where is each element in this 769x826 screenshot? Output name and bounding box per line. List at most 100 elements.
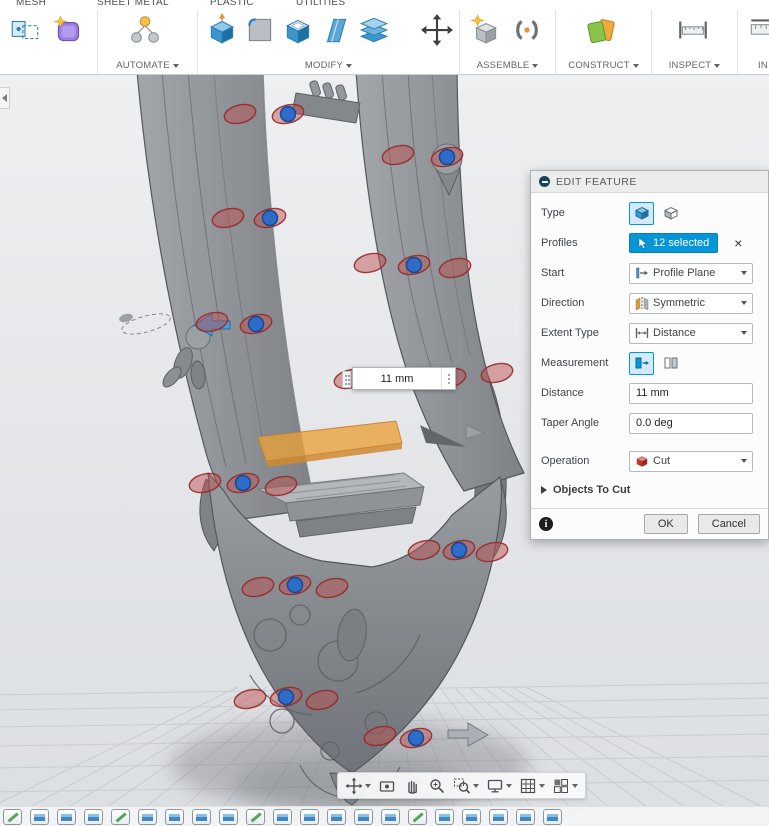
extrude-feature-icon[interactable]	[516, 809, 535, 825]
measurement-half-button[interactable]	[658, 352, 683, 375]
extrude-feature-icon[interactable]	[462, 809, 481, 825]
press-pull-icon[interactable]	[205, 13, 239, 47]
top-toolbar: MESH SHEET METAL PLASTIC UTILITIES AUTOM…	[0, 0, 769, 75]
modify-menu[interactable]: MODIFY	[198, 60, 459, 74]
inspect-menu[interactable]: INSPECT	[652, 60, 737, 74]
shell-icon[interactable]	[281, 13, 315, 47]
joint-icon[interactable]	[510, 13, 544, 47]
construction-plane-icon[interactable]	[584, 13, 618, 47]
display-settings-button[interactable]	[484, 776, 514, 796]
partial-tool-icon[interactable]	[746, 13, 769, 47]
new-component-icon[interactable]	[468, 13, 502, 47]
profile-center-point[interactable]	[286, 576, 304, 594]
browser-panel-toggle[interactable]	[0, 87, 10, 109]
profile-center-point[interactable]	[279, 105, 297, 123]
create-form-icon[interactable]	[52, 13, 86, 47]
dialog-header[interactable]: EDIT FEATURE	[531, 171, 768, 193]
extrude-feature-icon[interactable]	[354, 809, 373, 825]
profile-center-point[interactable]	[234, 474, 252, 492]
tab-sheet-metal[interactable]: SHEET METAL	[97, 0, 169, 8]
profile-center-point[interactable]	[438, 148, 456, 166]
profile-center-point[interactable]	[405, 256, 423, 274]
clear-selection-icon[interactable]: ×	[734, 236, 742, 250]
sketch-feature-icon[interactable]	[111, 809, 130, 825]
measure-icon[interactable]	[676, 13, 710, 47]
move-copy-icon[interactable]	[420, 13, 454, 47]
operation-dropdown[interactable]: Cut	[629, 450, 753, 472]
draft-icon[interactable]	[319, 13, 353, 47]
extrude-feature-icon[interactable]	[30, 809, 49, 825]
distance-label: Distance	[541, 387, 584, 399]
start-dropdown[interactable]: Profile Plane	[629, 262, 753, 284]
extrude-type-solid-button[interactable]	[629, 201, 654, 225]
objects-to-cut-section[interactable]: Objects To Cut	[541, 476, 758, 504]
viewports-button[interactable]	[550, 776, 580, 796]
design-timeline[interactable]	[0, 806, 769, 826]
symmetric-icon	[635, 297, 649, 310]
profile-center-point[interactable]	[407, 729, 425, 747]
sketch-glyph	[412, 812, 423, 823]
profile-center-point[interactable]	[450, 541, 468, 559]
sketch-feature-icon[interactable]	[3, 809, 22, 825]
extrude-feature-icon[interactable]	[192, 809, 211, 825]
insert-menu[interactable]: IN	[738, 60, 769, 74]
automate-menu[interactable]: AUTOMATE	[98, 60, 197, 74]
chevron-down-icon	[506, 783, 512, 788]
extrude-solid-icon	[634, 206, 649, 220]
extrude-type-thin-button[interactable]	[658, 202, 683, 225]
fillet-icon[interactable]	[243, 13, 277, 47]
info-icon[interactable]: i	[539, 517, 553, 531]
extrude-feature-icon[interactable]	[327, 809, 346, 825]
direction-dropdown[interactable]: Symmetric	[629, 292, 753, 314]
extent-type-dropdown[interactable]: Distance	[629, 322, 753, 344]
extrude-glyph	[34, 814, 45, 821]
edit-feature-icon	[539, 176, 550, 187]
extrude-feature-icon[interactable]	[543, 809, 562, 825]
drag-grip-icon[interactable]	[342, 371, 351, 388]
profile-center-point[interactable]	[261, 209, 279, 227]
distance-field[interactable]	[629, 382, 753, 404]
toolbar-group-automate: AUTOMATE	[98, 10, 198, 74]
profile-center-point[interactable]	[277, 688, 295, 706]
taper-angle-field[interactable]	[629, 412, 753, 434]
profile-center-point[interactable]	[247, 315, 265, 333]
extrude-feature-icon[interactable]	[489, 809, 508, 825]
extrude-feature-icon[interactable]	[165, 809, 184, 825]
distance-dimension-input[interactable]	[353, 372, 441, 385]
measurement-whole-button[interactable]	[629, 351, 654, 375]
extrude-feature-icon[interactable]	[273, 809, 292, 825]
assemble-menu[interactable]: ASSEMBLE	[460, 60, 555, 74]
start-label: Start	[541, 267, 565, 279]
dimension-menu-icon[interactable]	[441, 368, 455, 389]
chevron-down-icon	[473, 783, 479, 788]
look-at-button[interactable]	[376, 776, 398, 796]
extrude-feature-icon[interactable]	[138, 809, 157, 825]
cancel-button[interactable]: Cancel	[697, 514, 760, 534]
toolbar-group-left	[0, 10, 98, 74]
extrude-feature-icon[interactable]	[435, 809, 454, 825]
base-feature-icon[interactable]	[8, 13, 42, 47]
extrude-feature-icon[interactable]	[84, 809, 103, 825]
extrude-feature-icon[interactable]	[57, 809, 76, 825]
pan-button[interactable]	[401, 776, 423, 796]
tab-plastic[interactable]: PLASTIC	[210, 0, 254, 8]
extrude-feature-icon[interactable]	[300, 809, 319, 825]
extrude-feature-icon[interactable]	[381, 809, 400, 825]
sketch-feature-icon[interactable]	[246, 809, 265, 825]
zoom-window-button[interactable]	[451, 776, 481, 796]
orbit-button[interactable]	[343, 776, 373, 796]
profile-plane-icon	[636, 267, 648, 279]
zoom-button[interactable]	[426, 776, 448, 796]
sketch-glyph	[115, 812, 126, 823]
tab-utilities[interactable]: UTILITIES	[296, 0, 345, 8]
ok-button[interactable]: OK	[643, 514, 688, 534]
chevron-down-icon	[741, 271, 747, 275]
sketch-feature-icon[interactable]	[408, 809, 427, 825]
grid-settings-button[interactable]	[517, 776, 547, 796]
scripts-addins-icon[interactable]	[128, 13, 162, 47]
scale-icon[interactable]	[357, 13, 391, 47]
profiles-selected-button[interactable]: 12 selected	[629, 233, 719, 253]
extrude-feature-icon[interactable]	[219, 809, 238, 825]
tab-mesh[interactable]: MESH	[16, 0, 46, 8]
construct-menu[interactable]: CONSTRUCT	[556, 60, 651, 74]
